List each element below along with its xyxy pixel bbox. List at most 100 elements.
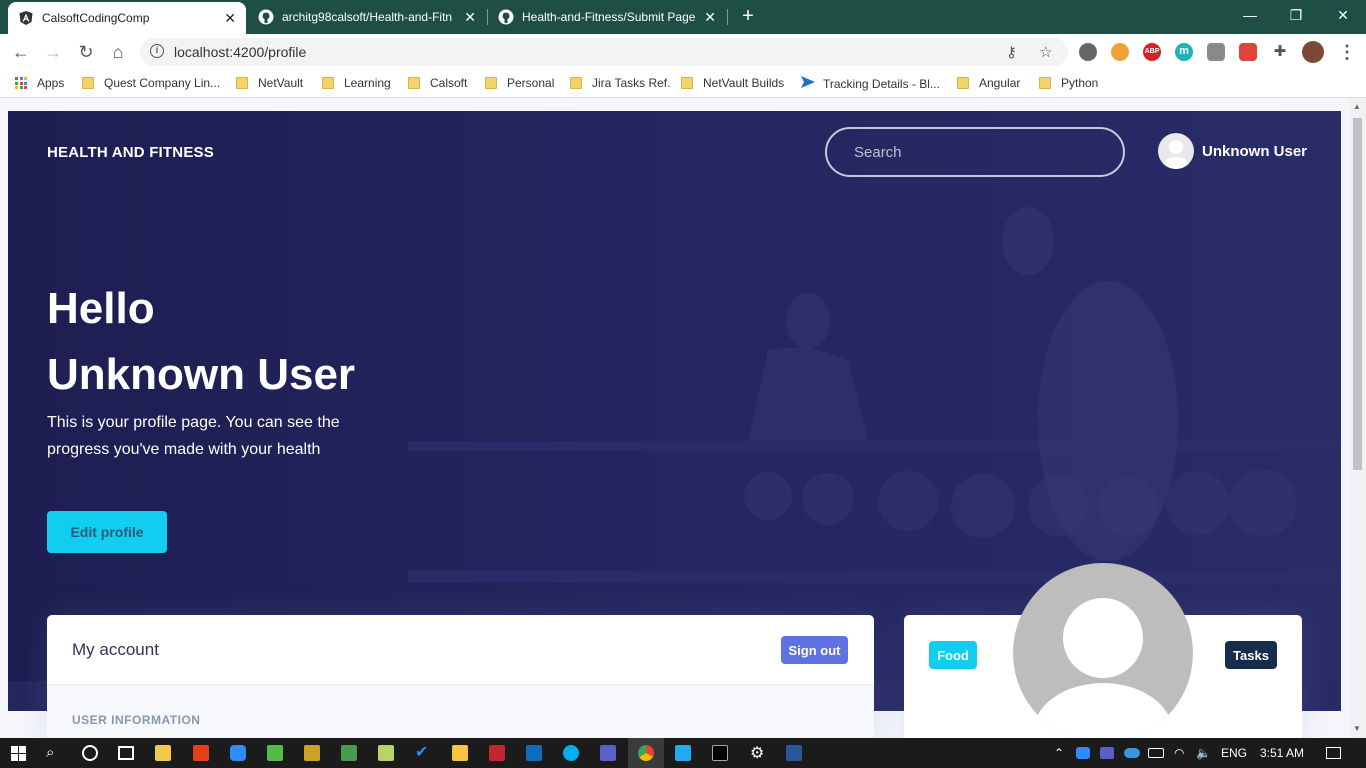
- shield-app-icon[interactable]: [489, 745, 505, 761]
- task-view-icon[interactable]: [118, 746, 134, 760]
- wifi-icon[interactable]: ◠: [1174, 746, 1184, 760]
- page-viewport: HEALTH AND FITNESS Search Unknown User H…: [0, 98, 1366, 738]
- terminal-icon[interactable]: [712, 745, 728, 761]
- new-tab-icon[interactable]: +: [737, 5, 759, 27]
- skype-icon[interactable]: [563, 745, 579, 761]
- brand-title[interactable]: HEALTH AND FITNESS: [47, 144, 214, 161]
- browser-tab-github-2[interactable]: Health-and-Fitness/Submit Page. ✕: [488, 0, 726, 34]
- edit-profile-button[interactable]: Edit profile: [47, 511, 167, 553]
- teams-icon[interactable]: [600, 745, 616, 761]
- bookmark-folder[interactable]: Learning: [322, 76, 391, 90]
- network-app-icon[interactable]: [341, 745, 357, 761]
- bookmark-link[interactable]: Tracking Details - Bl...: [801, 76, 940, 91]
- bookmark-folder[interactable]: Personal: [485, 76, 554, 90]
- extension-bulb-icon[interactable]: [1079, 43, 1097, 61]
- bookmark-apps[interactable]: Apps: [15, 76, 64, 90]
- bookmark-folder[interactable]: NetVault Builds: [681, 76, 784, 90]
- folder-icon: [957, 77, 969, 89]
- action-center-icon[interactable]: [1326, 747, 1341, 759]
- zoom-icon[interactable]: [230, 745, 246, 761]
- close-tab-icon[interactable]: ✕: [704, 9, 716, 26]
- extension-m-icon[interactable]: m: [1175, 43, 1193, 61]
- sign-out-button[interactable]: Sign out: [781, 636, 848, 664]
- remote-desktop-icon[interactable]: [267, 745, 283, 761]
- greeting-heading: Hello Unknown User: [47, 276, 355, 408]
- forward-icon[interactable]: →: [42, 41, 64, 63]
- close-tab-icon[interactable]: ✕: [464, 9, 476, 26]
- scroll-down-icon[interactable]: ▼: [1353, 724, 1361, 733]
- outlook-icon[interactable]: [526, 745, 542, 761]
- store-icon[interactable]: [155, 745, 171, 761]
- minimize-icon[interactable]: —: [1227, 0, 1273, 30]
- food-button[interactable]: Food: [929, 641, 977, 669]
- page-scrollbar[interactable]: ▲ ▼: [1349, 98, 1366, 738]
- vscode-icon[interactable]: [675, 745, 691, 761]
- tasks-button[interactable]: Tasks: [1225, 641, 1277, 669]
- bookmark-label: NetVault: [258, 76, 304, 90]
- bookmark-folder[interactable]: Angular: [957, 76, 1020, 90]
- search-icon[interactable]: ⌕: [46, 744, 54, 761]
- section-label: USER INFORMATION: [72, 713, 201, 727]
- tool-icon[interactable]: [304, 745, 320, 761]
- greeting-name: Unknown User: [47, 350, 356, 399]
- close-tab-icon[interactable]: ✕: [224, 10, 236, 27]
- reload-icon[interactable]: ↻: [75, 41, 97, 63]
- todo-check-icon[interactable]: ✔: [415, 745, 431, 761]
- address-bar[interactable]: i localhost:4200/profile ⚷ ☆: [140, 38, 1068, 66]
- battery-icon[interactable]: [1148, 748, 1164, 758]
- cortana-icon[interactable]: [82, 745, 98, 761]
- teams-tray-icon[interactable]: [1100, 747, 1114, 759]
- folder-icon: [408, 77, 420, 89]
- bookmark-folder[interactable]: Quest Company Lin...: [82, 76, 220, 90]
- settings-gear-icon[interactable]: ⚙: [750, 743, 764, 763]
- notepad-icon[interactable]: [378, 745, 394, 761]
- bookmark-label: Jira Tasks Ref.: [592, 76, 671, 90]
- browser-tab-github-1[interactable]: architg98calsoft/Health-and-Fitn ✕: [248, 0, 486, 34]
- onedrive-icon[interactable]: [1124, 748, 1140, 758]
- card-body: USER INFORMATION: [47, 685, 874, 738]
- search-input[interactable]: Search: [825, 127, 1125, 177]
- extension-owl-icon[interactable]: [1111, 43, 1129, 61]
- volume-icon[interactable]: 🔈: [1196, 746, 1211, 760]
- profile-avatar-icon[interactable]: [1302, 41, 1324, 63]
- apps-grid-icon: [15, 77, 27, 89]
- browser-menu-icon[interactable]: ⋮: [1336, 41, 1358, 63]
- home-icon[interactable]: ⌂: [107, 41, 129, 63]
- office-icon[interactable]: [193, 745, 209, 761]
- bookmark-star-icon[interactable]: ☆: [1039, 43, 1052, 61]
- file-explorer-icon[interactable]: [452, 745, 468, 761]
- clock[interactable]: 3:51 AM: [1260, 746, 1304, 760]
- key-icon[interactable]: ⚷: [1006, 43, 1017, 61]
- github-icon: [258, 9, 274, 25]
- windows-start-icon[interactable]: [11, 746, 26, 761]
- extensions-puzzle-icon[interactable]: ✚: [1271, 43, 1289, 61]
- close-window-icon[interactable]: ✕: [1320, 0, 1366, 30]
- bookmark-folder[interactable]: Calsoft: [408, 76, 467, 90]
- browser-tab-strip: CalsoftCodingComp ✕ architg98calsoft/Hea…: [0, 0, 1366, 34]
- folder-icon: [82, 77, 94, 89]
- site-info-icon[interactable]: i: [150, 44, 164, 58]
- restore-icon[interactable]: ❐: [1273, 0, 1319, 30]
- scrollbar-thumb[interactable]: [1353, 118, 1362, 470]
- folder-icon: [485, 77, 497, 89]
- chrome-icon[interactable]: [638, 745, 654, 761]
- folder-icon: [236, 77, 248, 89]
- bookmark-folder[interactable]: Jira Tasks Ref.: [570, 76, 670, 90]
- browser-tab-calsoft[interactable]: CalsoftCodingComp ✕: [8, 2, 246, 34]
- word-icon[interactable]: [786, 745, 802, 761]
- language-indicator[interactable]: ENG: [1221, 746, 1247, 760]
- card-title: My account: [72, 640, 159, 659]
- zoom-tray-icon[interactable]: [1076, 747, 1090, 759]
- adblock-icon[interactable]: ABP: [1143, 43, 1161, 61]
- bookmark-folder[interactable]: NetVault: [236, 76, 303, 90]
- bookmark-folder[interactable]: Python: [1039, 76, 1098, 90]
- extension-tool-icon[interactable]: [1207, 43, 1225, 61]
- user-avatar: [1158, 133, 1194, 169]
- user-menu[interactable]: Unknown User: [1158, 133, 1307, 169]
- back-icon[interactable]: ←: [10, 41, 32, 63]
- scroll-up-icon[interactable]: ▲: [1353, 102, 1361, 111]
- todoist-icon[interactable]: [1239, 43, 1257, 61]
- show-hidden-icons-chevron-icon[interactable]: ⌃: [1054, 746, 1064, 760]
- url-text[interactable]: localhost:4200/profile: [174, 44, 306, 60]
- tab-title: CalsoftCodingComp: [42, 11, 150, 25]
